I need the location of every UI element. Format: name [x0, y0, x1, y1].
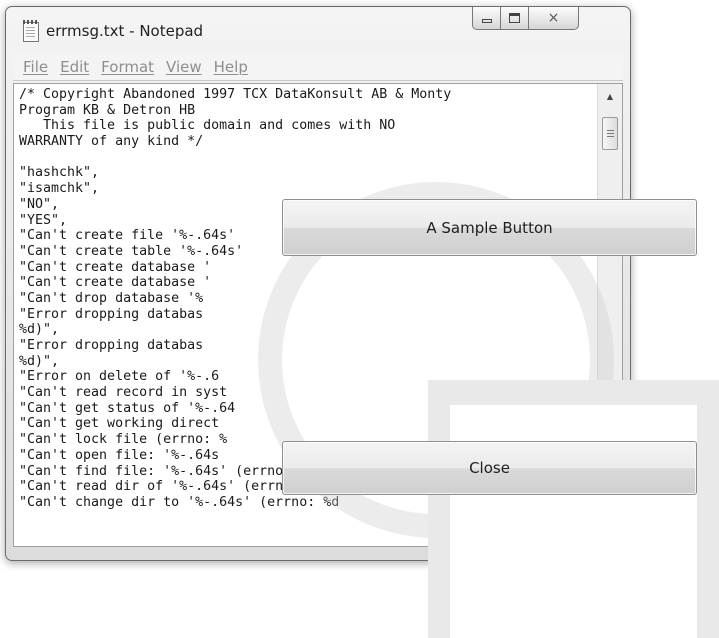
text-line: "hashchk", [19, 165, 100, 181]
text-line: Program KB & Detron HB [19, 102, 196, 118]
text-line: /* Copyright Abandoned 1997 TCX DataKons… [19, 87, 452, 102]
maximize-button[interactable] [501, 7, 529, 30]
close-window-button[interactable]: × [529, 7, 579, 30]
minimize-icon [481, 18, 492, 23]
window-title: errmsg.txt - Notepad [46, 22, 204, 40]
scrollbar-thumb[interactable] [602, 117, 618, 150]
grip-icon [606, 130, 614, 137]
sample-button[interactable]: A Sample Button [282, 199, 697, 256]
minimize-button[interactable] [472, 7, 501, 30]
menu-bar: File Edit Format View Help [13, 53, 623, 81]
decorative-panel-inner [450, 405, 697, 638]
text-line [19, 150, 451, 166]
scroll-up-icon[interactable]: ▲ [598, 88, 622, 104]
notepad-app-icon[interactable] [23, 20, 39, 42]
decorative-panel [428, 380, 719, 638]
window-caption-buttons: × [472, 7, 579, 33]
menu-file[interactable]: File [23, 58, 48, 76]
close-button[interactable]: Close [282, 441, 697, 495]
menu-view[interactable]: View [166, 58, 202, 76]
menu-help[interactable]: Help [214, 58, 248, 76]
text-line: WARRANTY of any kind */ [19, 134, 204, 150]
close-icon: × [547, 10, 560, 26]
text-line: This file is public domain and comes wit… [19, 118, 396, 134]
menu-format[interactable]: Format [101, 58, 154, 76]
maximize-icon [509, 13, 520, 23]
notepad-titlebar[interactable]: errmsg.txt - Notepad × [6, 7, 630, 53]
menu-edit[interactable]: Edit [60, 58, 89, 76]
